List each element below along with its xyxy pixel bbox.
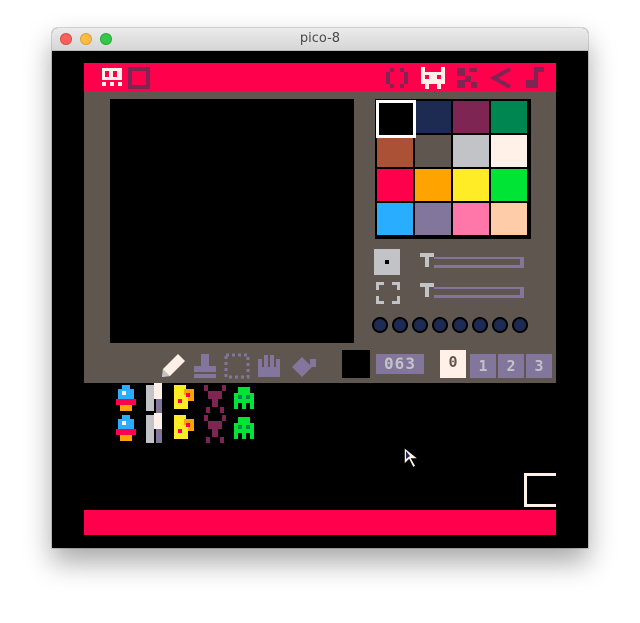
sprite-sheet[interactable] <box>84 383 556 510</box>
sprite-robot[interactable] <box>114 385 138 445</box>
pico8-screen: 063 0 1 2 3 <box>84 63 556 535</box>
palette-swatch-3[interactable] <box>491 101 527 133</box>
pan-hand-icon[interactable] <box>256 353 282 379</box>
brush-size-icon <box>374 249 400 275</box>
palette-swatch-1[interactable] <box>415 101 451 133</box>
pencil-icon[interactable] <box>160 353 186 379</box>
sprite-flag-7[interactable] <box>512 317 528 333</box>
sprite-flag-4[interactable] <box>452 317 468 333</box>
palette-swatch-7[interactable] <box>491 135 527 167</box>
sprite-flag-2[interactable] <box>412 317 428 333</box>
sprite-gray-figure[interactable] <box>142 383 166 445</box>
top-toolbar <box>84 63 556 91</box>
fill-icon[interactable] <box>288 353 318 379</box>
sprite-tab-1[interactable]: 1 <box>470 354 496 378</box>
zoom-slider[interactable] <box>420 283 524 301</box>
sprite-flag-5[interactable] <box>472 317 488 333</box>
sprite-tab-3[interactable]: 3 <box>526 354 552 378</box>
sprite-tab-0[interactable]: 0 <box>440 350 466 378</box>
palette-swatch-10[interactable] <box>453 169 489 201</box>
status-bar <box>84 510 556 535</box>
sprite-yellow-creature[interactable] <box>170 383 198 445</box>
sprite-editor-icon[interactable] <box>100 67 124 89</box>
sprite-tab-2[interactable]: 2 <box>498 354 524 378</box>
palette-swatch-11[interactable] <box>491 169 527 201</box>
palette-swatch-14[interactable] <box>453 203 489 235</box>
zoom-icon <box>376 282 400 304</box>
palette-swatch-2[interactable] <box>453 101 489 133</box>
palette-swatch-9[interactable] <box>415 169 451 201</box>
sprite-editor-panel: 063 0 1 2 3 <box>84 91 556 383</box>
stamp-icon[interactable] <box>192 353 218 379</box>
sheet-selection-box <box>524 473 556 507</box>
brush-size-slider[interactable] <box>420 253 524 271</box>
palette-swatch-5[interactable] <box>415 135 451 167</box>
music-editor-icon[interactable] <box>522 66 546 90</box>
palette-swatch-8[interactable] <box>377 169 413 201</box>
palette-swatch-6[interactable] <box>453 135 489 167</box>
window-title: pico-8 <box>299 31 341 46</box>
palette-swatch-15[interactable] <box>491 203 527 235</box>
palette-swatch-13[interactable] <box>415 203 451 235</box>
sprite-dark-figure[interactable] <box>202 383 228 445</box>
map-editor-icon[interactable] <box>456 67 480 89</box>
code-editor-icon[interactable] <box>384 67 410 89</box>
select-icon[interactable] <box>224 353 250 379</box>
title-bar[interactable]: pico-8 <box>52 28 588 51</box>
mouse-cursor-icon <box>403 445 422 470</box>
sprite-preview <box>342 350 370 378</box>
sprite-editor-tab-icon[interactable] <box>420 66 446 90</box>
sprite-number[interactable]: 063 <box>376 354 424 374</box>
sprite-flag-0[interactable] <box>372 317 388 333</box>
fullscreen-icon[interactable] <box>128 67 150 89</box>
palette-swatch-4[interactable] <box>377 135 413 167</box>
sprite-green-alien[interactable] <box>232 387 256 445</box>
sprite-flag-6[interactable] <box>492 317 508 333</box>
pico8-window: pico-8 063 0 1 2 3 <box>52 28 588 548</box>
sprite-flag-3[interactable] <box>432 317 448 333</box>
palette-swatch-12[interactable] <box>377 203 413 235</box>
sprite-drawing-canvas[interactable] <box>110 99 354 343</box>
selected-color-indicator <box>376 100 416 138</box>
sfx-editor-icon[interactable] <box>490 67 514 89</box>
sprite-flag-1[interactable] <box>392 317 408 333</box>
